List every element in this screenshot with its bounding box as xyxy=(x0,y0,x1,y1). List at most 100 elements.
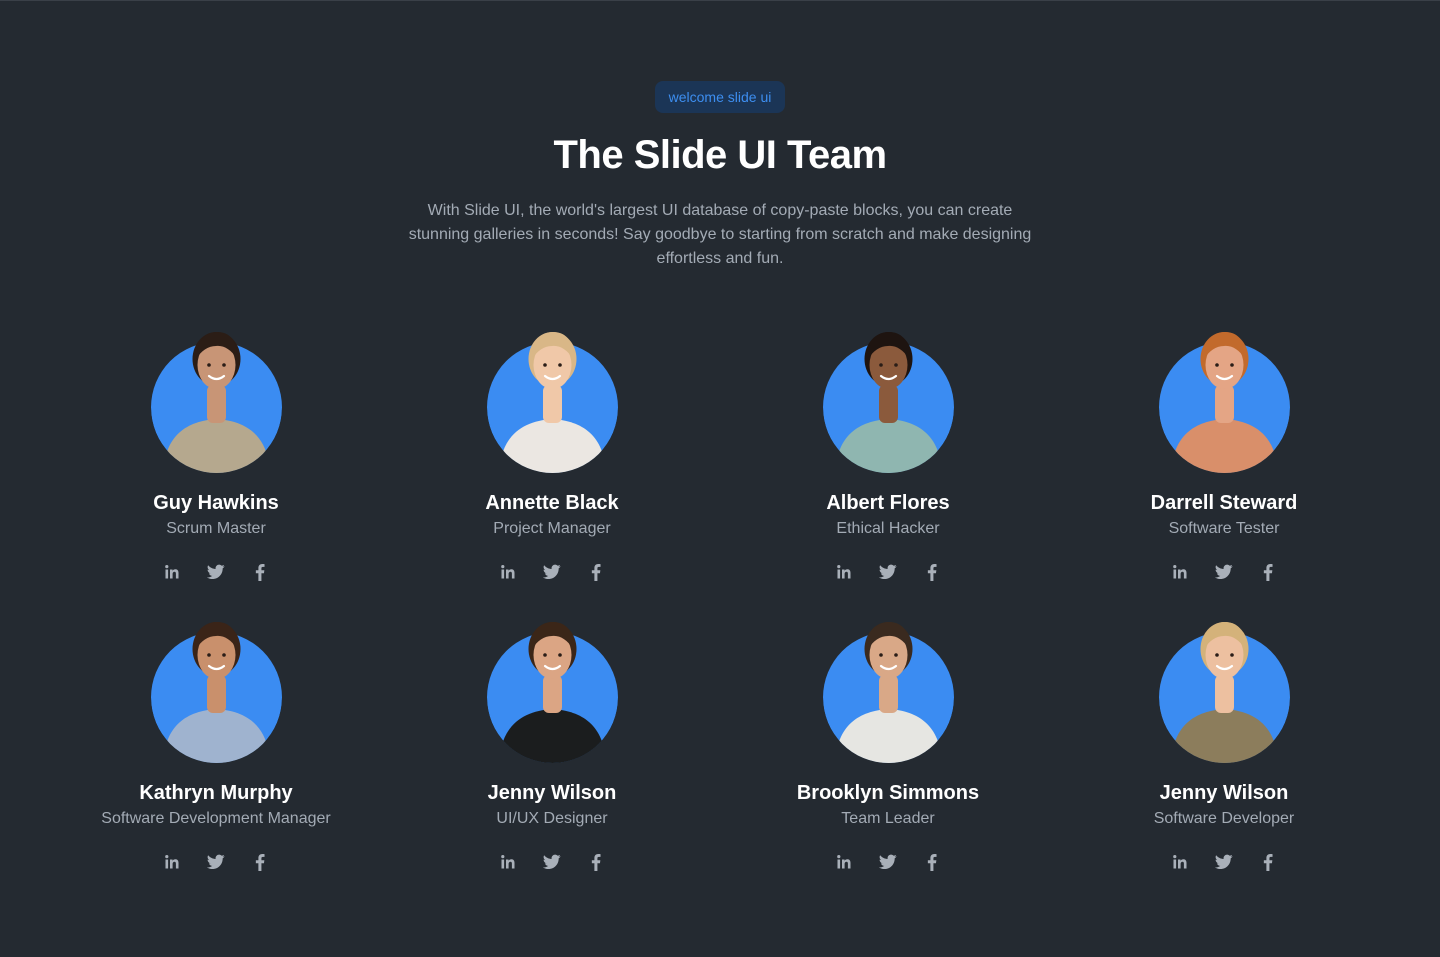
member-name: Kathryn Murphy xyxy=(139,782,293,804)
welcome-badge: welcome slide ui xyxy=(654,81,786,113)
member-name: Guy Hawkins xyxy=(153,492,279,514)
twitter-icon xyxy=(1215,564,1233,580)
twitter-icon xyxy=(543,854,561,870)
facebook-icon xyxy=(927,563,937,581)
linkedin-link[interactable] xyxy=(499,853,517,871)
avatar xyxy=(150,323,282,473)
avatar xyxy=(1158,613,1290,763)
social-links xyxy=(163,853,269,871)
linkedin-link[interactable] xyxy=(835,563,853,581)
page-title: The Slide UI Team xyxy=(553,133,887,177)
member-role: Project Manager xyxy=(493,520,611,537)
portrait-illustration xyxy=(162,622,270,763)
facebook-link[interactable] xyxy=(1259,853,1277,871)
portrait-illustration xyxy=(162,332,270,473)
team-member-card: Annette Black Project Manager xyxy=(384,323,720,613)
social-links xyxy=(163,563,269,581)
team-member-card: Jenny Wilson UI/UX Designer xyxy=(384,613,720,903)
linkedin-icon xyxy=(500,564,516,580)
member-role: Scrum Master xyxy=(166,520,266,537)
facebook-link[interactable] xyxy=(587,853,605,871)
avatar xyxy=(486,323,618,473)
twitter-link[interactable] xyxy=(879,563,897,581)
linkedin-icon xyxy=(164,564,180,580)
avatar xyxy=(150,613,282,763)
twitter-link[interactable] xyxy=(1215,563,1233,581)
avatar xyxy=(822,613,954,763)
facebook-link[interactable] xyxy=(251,853,269,871)
social-links xyxy=(835,563,941,581)
member-name: Albert Flores xyxy=(826,492,950,514)
linkedin-link[interactable] xyxy=(163,853,181,871)
team-member-card: Albert Flores Ethical Hacker xyxy=(720,323,1056,613)
avatar xyxy=(822,323,954,473)
twitter-link[interactable] xyxy=(1215,853,1233,871)
linkedin-link[interactable] xyxy=(1171,563,1189,581)
avatar xyxy=(1158,323,1290,473)
twitter-link[interactable] xyxy=(543,853,561,871)
portrait-illustration xyxy=(834,332,942,473)
linkedin-icon xyxy=(164,854,180,870)
twitter-icon xyxy=(879,564,897,580)
page-subtitle: With Slide UI, the world's largest UI da… xyxy=(408,202,1032,267)
twitter-icon xyxy=(879,854,897,870)
facebook-icon xyxy=(255,563,265,581)
facebook-icon xyxy=(591,853,601,871)
social-links xyxy=(1171,563,1277,581)
avatar xyxy=(486,613,618,763)
team-member-card: Darrell Steward Software Tester xyxy=(1056,323,1392,613)
linkedin-link[interactable] xyxy=(499,563,517,581)
member-name: Annette Black xyxy=(485,492,619,514)
member-role: Software Developer xyxy=(1153,810,1295,827)
twitter-icon xyxy=(207,564,225,580)
twitter-link[interactable] xyxy=(879,853,897,871)
twitter-icon xyxy=(543,564,561,580)
member-role: Ethical Hacker xyxy=(836,520,940,537)
facebook-icon xyxy=(255,853,265,871)
team-section: welcome slide ui The Slide UI Team With … xyxy=(0,0,1440,957)
portrait-illustration xyxy=(1170,622,1278,763)
team-member-card: Kathryn Murphy Software Development Manag… xyxy=(48,613,384,903)
team-member-card: Brooklyn Simmons Team Leader xyxy=(720,613,1056,903)
social-links xyxy=(499,853,605,871)
linkedin-icon xyxy=(1172,564,1188,580)
team-grid: Guy Hawkins Scrum Master Annette Black Proj… xyxy=(48,323,1392,903)
facebook-link[interactable] xyxy=(1259,563,1277,581)
twitter-icon xyxy=(207,854,225,870)
linkedin-link[interactable] xyxy=(163,563,181,581)
section-header: welcome slide ui The Slide UI Team With … xyxy=(0,81,1440,271)
linkedin-icon xyxy=(836,854,852,870)
twitter-icon xyxy=(1215,854,1233,870)
portrait-illustration xyxy=(1170,332,1278,473)
facebook-link[interactable] xyxy=(923,563,941,581)
member-role: UI/UX Designer xyxy=(496,810,608,827)
linkedin-icon xyxy=(836,564,852,580)
facebook-link[interactable] xyxy=(923,853,941,871)
facebook-icon xyxy=(591,563,601,581)
twitter-link[interactable] xyxy=(207,563,225,581)
facebook-icon xyxy=(1263,853,1273,871)
member-name: Jenny Wilson xyxy=(1159,782,1289,804)
member-name: Brooklyn Simmons xyxy=(796,782,980,804)
social-links xyxy=(1171,853,1277,871)
team-member-card: Jenny Wilson Software Developer xyxy=(1056,613,1392,903)
team-member-card: Guy Hawkins Scrum Master xyxy=(48,323,384,613)
portrait-illustration xyxy=(834,622,942,763)
linkedin-icon xyxy=(1172,854,1188,870)
linkedin-link[interactable] xyxy=(835,853,853,871)
member-name: Jenny Wilson xyxy=(487,782,617,804)
member-role: Software Development Manager xyxy=(101,810,331,827)
facebook-icon xyxy=(927,853,937,871)
linkedin-icon xyxy=(500,854,516,870)
facebook-link[interactable] xyxy=(587,563,605,581)
facebook-link[interactable] xyxy=(251,563,269,581)
member-role: Team Leader xyxy=(841,810,935,827)
portrait-illustration xyxy=(498,622,606,763)
linkedin-link[interactable] xyxy=(1171,853,1189,871)
social-links xyxy=(835,853,941,871)
twitter-link[interactable] xyxy=(543,563,561,581)
member-name: Darrell Steward xyxy=(1150,492,1298,514)
facebook-icon xyxy=(1263,563,1273,581)
twitter-link[interactable] xyxy=(207,853,225,871)
social-links xyxy=(499,563,605,581)
